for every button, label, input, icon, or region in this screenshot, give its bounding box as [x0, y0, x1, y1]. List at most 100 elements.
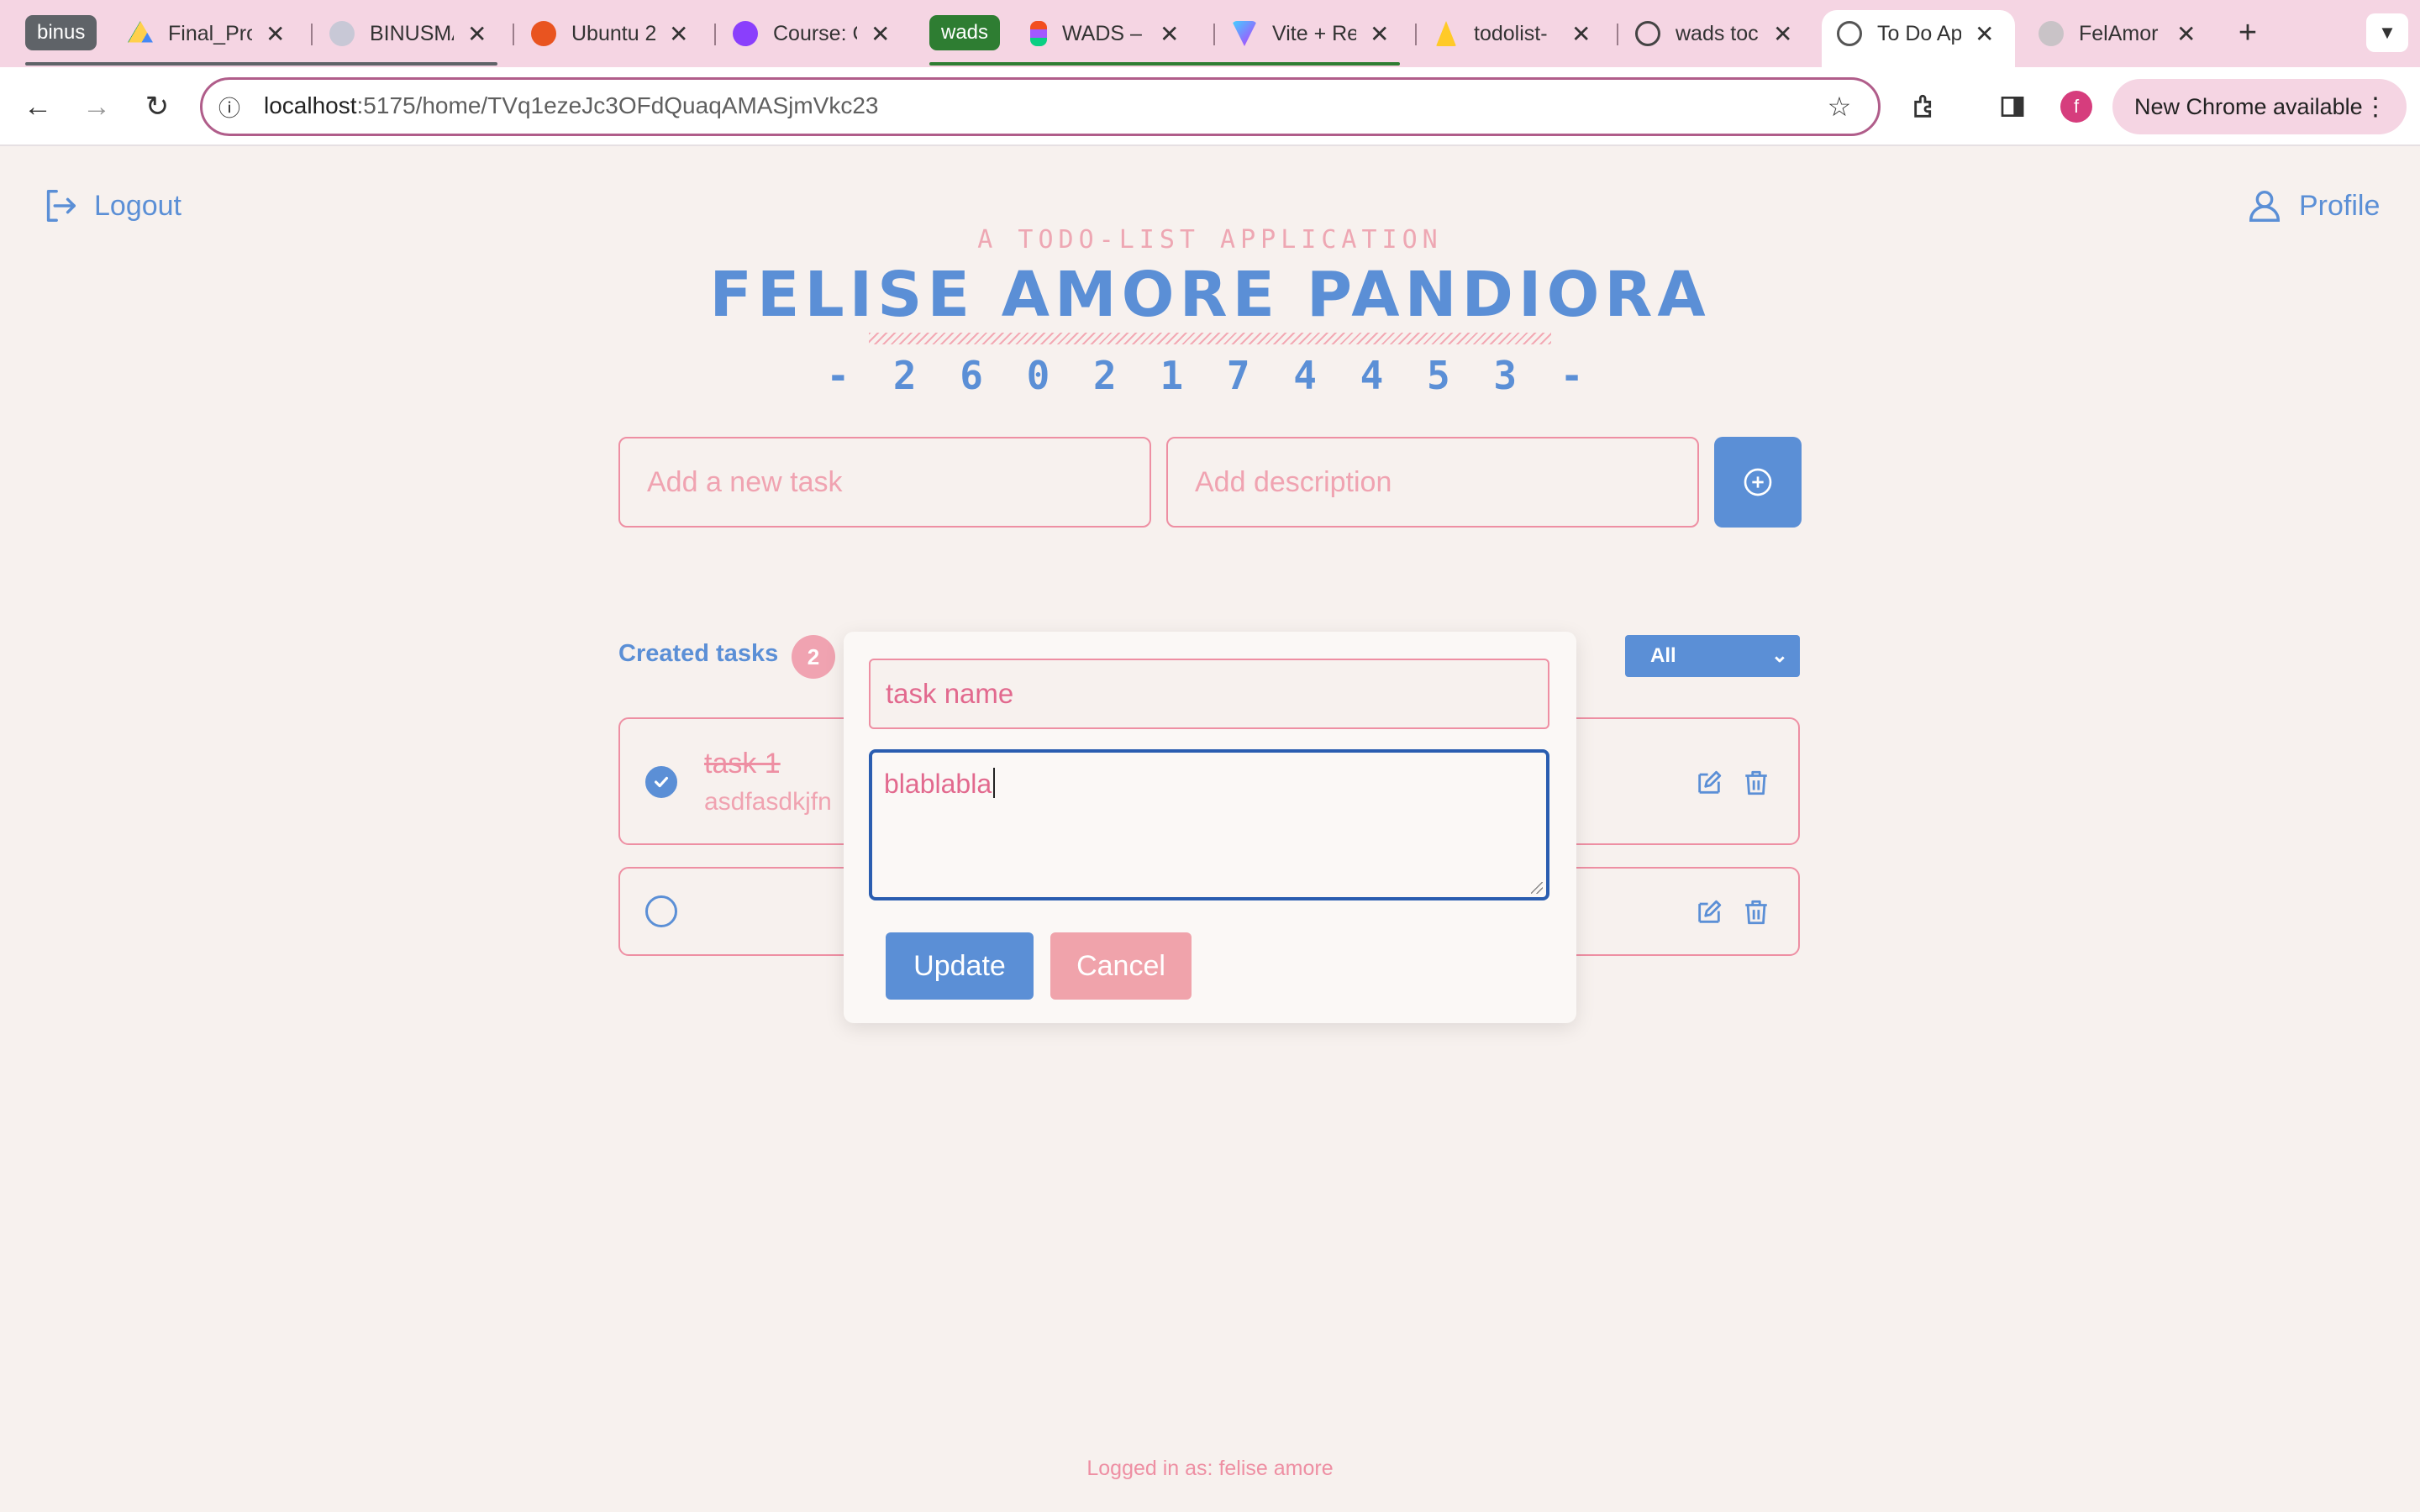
- task-complete-checkbox[interactable]: [645, 895, 677, 927]
- tab-title: wads toc: [1676, 21, 1759, 45]
- github-icon: [2039, 21, 2064, 46]
- tab-wads-chatgpt[interactable]: wads toc ✕: [1635, 12, 1792, 55]
- logout-label: Logout: [94, 189, 182, 222]
- extensions-puzzle-icon[interactable]: [1906, 87, 1944, 126]
- kebab-menu-icon[interactable]: ⋮: [2363, 92, 2388, 122]
- close-icon[interactable]: ✕: [669, 20, 688, 48]
- new-chrome-available-button[interactable]: New Chrome available ⋮: [2112, 79, 2407, 134]
- tab-binusmaya[interactable]: BINUSMA ✕: [329, 12, 487, 55]
- tab-title: FelAmor: [2079, 21, 2159, 45]
- tab-todo-app-active[interactable]: To Do Ap ✕: [1837, 12, 1994, 55]
- text-caret: [993, 768, 996, 798]
- tab-final-pro[interactable]: Final_Pro ✕: [128, 12, 285, 55]
- tab-title: todolist-: [1474, 21, 1548, 45]
- close-icon[interactable]: ✕: [871, 20, 890, 48]
- trash-icon[interactable]: [1739, 766, 1773, 800]
- update-button[interactable]: Update: [886, 932, 1034, 1000]
- check-icon: [654, 776, 669, 788]
- edit-icon[interactable]: [1692, 895, 1726, 929]
- figma-icon: [1030, 21, 1047, 46]
- tab-separator: [714, 24, 716, 45]
- tab-separator: [513, 24, 514, 45]
- resize-handle[interactable]: [1531, 882, 1543, 894]
- tab-title: Final_Pro: [168, 21, 252, 45]
- google-drive-icon: [128, 21, 153, 43]
- update-label: New Chrome available: [2134, 93, 2363, 119]
- forward-arrow-icon[interactable]: →: [77, 87, 116, 126]
- tab-title: Ubuntu 2: [571, 21, 655, 45]
- created-tasks-label: Created tasks: [618, 640, 779, 667]
- tab-github-felamor[interactable]: FelAmor ✕: [2039, 12, 2196, 55]
- page-title: FELISE AMORE PANDIORA: [709, 259, 1711, 331]
- close-icon[interactable]: ✕: [1975, 20, 1994, 48]
- tab-wads-figma[interactable]: WADS – ✕: [1030, 12, 1179, 55]
- chevron-down-icon: ⌄: [1770, 644, 1788, 667]
- chatgpt-icon: [1635, 21, 1660, 46]
- tab-title: BINUSMA: [370, 21, 454, 45]
- user-icon: [2245, 186, 2284, 225]
- globe-icon: [1837, 21, 1862, 46]
- close-icon[interactable]: ✕: [266, 20, 285, 48]
- student-id: - 2 6 0 2 1 7 4 4 5 3 -: [826, 353, 1594, 398]
- url-host: localhost: [264, 92, 357, 118]
- edit-icon[interactable]: [1692, 766, 1726, 800]
- tab-vite-react[interactable]: Vite + Re ✕: [1232, 12, 1389, 55]
- app-subtitle: A TODO-LIST APPLICATION: [977, 225, 1443, 255]
- profile-initial: f: [2060, 91, 2092, 123]
- tab-title: Vite + Re: [1272, 21, 1356, 45]
- tab-course[interactable]: Course: C ✕: [733, 12, 890, 55]
- profile-button[interactable]: Profile: [2245, 186, 2380, 225]
- cancel-button[interactable]: Cancel: [1050, 932, 1192, 1000]
- plus-circle-icon: [1741, 465, 1775, 499]
- task-title: task 1: [704, 748, 781, 780]
- logout-icon: [40, 186, 79, 225]
- tab-separator: [1617, 24, 1618, 45]
- description-value: blablabla: [884, 769, 992, 799]
- tab-group-wads[interactable]: wads: [929, 15, 1001, 50]
- tab-group-wads-underline: [929, 62, 1400, 66]
- tab-separator: [311, 24, 313, 45]
- site-info-icon[interactable]: ⓘ: [210, 87, 249, 126]
- close-icon[interactable]: ✕: [1773, 20, 1792, 48]
- tab-title: To Do Ap: [1877, 21, 1961, 45]
- tab-group-binus[interactable]: binus: [25, 15, 97, 50]
- tab-separator: [1213, 24, 1215, 45]
- edit-task-description-textarea[interactable]: blablabla: [869, 749, 1549, 900]
- back-arrow-icon[interactable]: ←: [18, 87, 57, 126]
- task-description: asdfasdkjfn: [704, 788, 832, 816]
- profile-label: Profile: [2299, 189, 2381, 222]
- tab-title: Course: C: [773, 21, 857, 45]
- trash-icon[interactable]: [1739, 895, 1773, 929]
- edit-task-name-input[interactable]: task name: [869, 659, 1549, 729]
- vite-icon: [1232, 21, 1257, 46]
- add-task-button[interactable]: [1714, 437, 1802, 528]
- tab-ubuntu[interactable]: Ubuntu 2 ✕: [531, 12, 688, 55]
- close-icon[interactable]: ✕: [1370, 20, 1389, 48]
- logout-button[interactable]: Logout: [40, 186, 182, 225]
- course-icon: [733, 21, 758, 46]
- reload-icon[interactable]: ↻: [138, 87, 176, 126]
- close-icon[interactable]: ✕: [2176, 20, 2196, 48]
- tab-search-chevron-icon[interactable]: ▼: [2366, 13, 2408, 52]
- logged-in-status: Logged in as: felise amore: [1086, 1457, 1334, 1480]
- url-text[interactable]: localhost:5175/home/TVq1ezeJc3OFdQuaqAMA…: [264, 92, 879, 119]
- task-count-badge: 2: [792, 635, 835, 679]
- filter-value: All: [1650, 644, 1676, 667]
- title-underline-decoration: [869, 333, 1551, 344]
- bookmark-star-icon[interactable]: ☆: [1820, 87, 1859, 126]
- firebase-icon: [1436, 21, 1456, 46]
- side-panel-icon[interactable]: [1993, 87, 2032, 126]
- new-task-input[interactable]: Add a new task: [618, 437, 1151, 528]
- tab-todolist-firebase[interactable]: todolist- ✕: [1434, 12, 1591, 55]
- ubuntu-icon: [531, 21, 556, 46]
- close-icon[interactable]: ✕: [1160, 20, 1179, 48]
- tab-title: WADS –: [1062, 21, 1142, 45]
- tab-separator: [1415, 24, 1417, 45]
- profile-avatar-icon[interactable]: f: [2057, 87, 2096, 126]
- task-complete-checkbox[interactable]: [645, 766, 677, 798]
- new-description-input[interactable]: Add description: [1166, 437, 1699, 528]
- close-icon[interactable]: ✕: [1571, 20, 1591, 48]
- filter-select[interactable]: All ⌄: [1625, 635, 1800, 677]
- close-icon[interactable]: ✕: [467, 20, 487, 48]
- new-tab-plus-icon[interactable]: +: [2228, 13, 2267, 52]
